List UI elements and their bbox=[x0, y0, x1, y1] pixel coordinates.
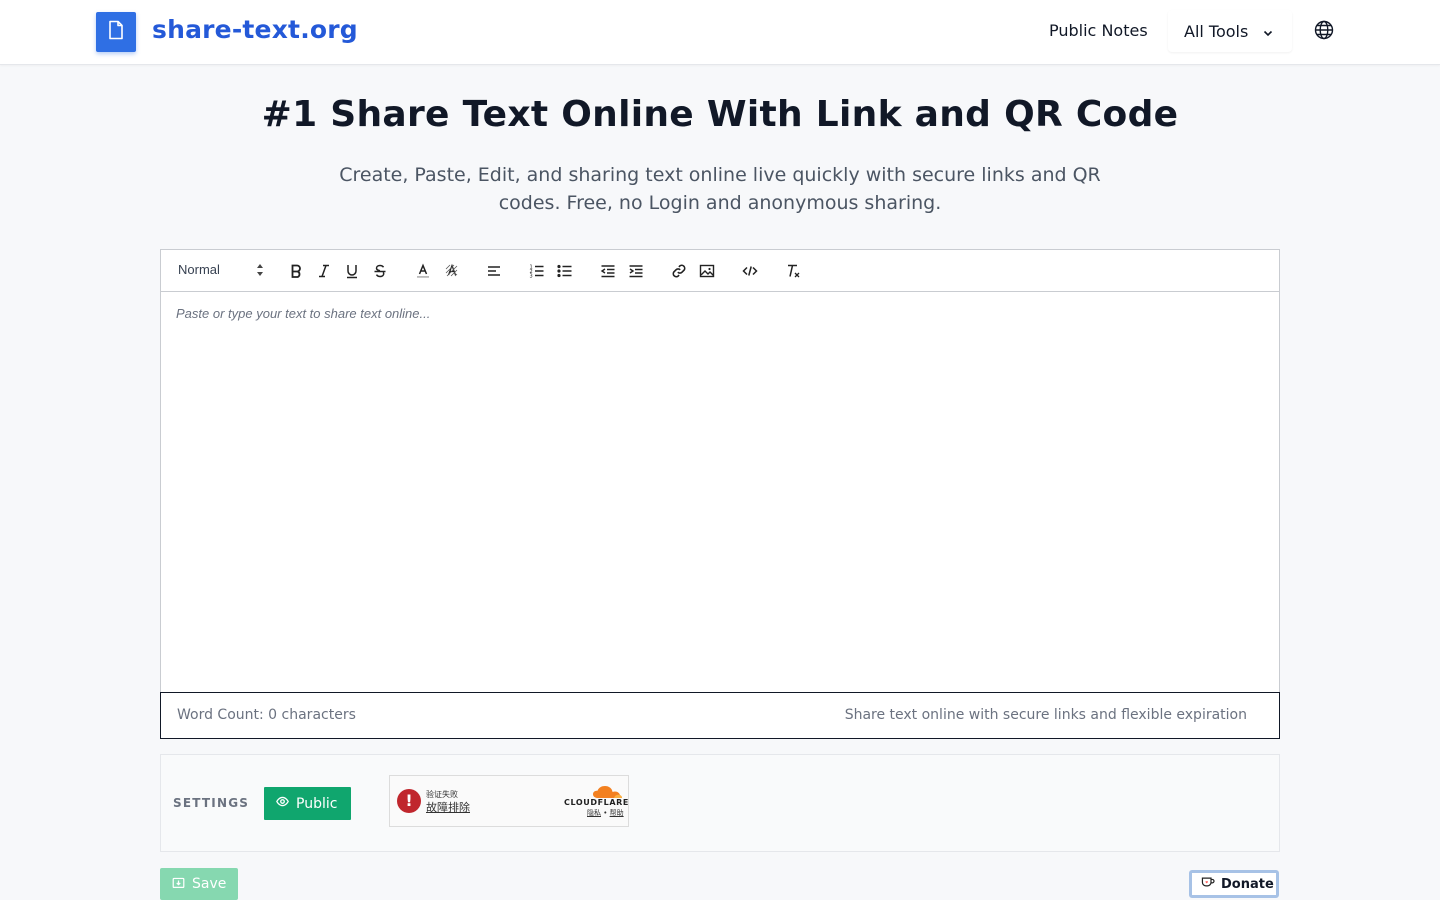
captcha-privacy-link[interactable]: 隐私 bbox=[587, 809, 601, 817]
language-button[interactable] bbox=[1310, 18, 1338, 46]
all-tools-label: All Tools bbox=[1184, 21, 1249, 41]
link-icon[interactable] bbox=[670, 262, 688, 280]
donate-label: Donate bbox=[1221, 876, 1274, 892]
brand-name[interactable]: share-text.org bbox=[152, 15, 358, 44]
top-navbar: share-text.org Public Notes All Tools bbox=[0, 0, 1440, 65]
indent-icon[interactable] bbox=[627, 262, 645, 280]
nav-public-notes[interactable]: Public Notes bbox=[1049, 21, 1148, 40]
format-select[interactable]: Normal bbox=[178, 262, 264, 280]
visibility-public-button[interactable]: Public bbox=[264, 787, 351, 820]
editor-toolbar: Normal 123 bbox=[161, 250, 1279, 292]
bold-icon[interactable] bbox=[287, 262, 305, 280]
image-icon[interactable] bbox=[698, 262, 716, 280]
donate-button[interactable]: Donate bbox=[1189, 870, 1279, 898]
format-select-value: Normal bbox=[178, 262, 220, 277]
settings-label: SETTINGS bbox=[173, 796, 250, 810]
settings-panel: SETTINGS Public ! 验证失败 故障排除 CLOUDFLARE 隐… bbox=[160, 754, 1280, 852]
captcha-link-separator: • bbox=[603, 809, 608, 817]
document-icon bbox=[107, 20, 125, 44]
background-color-icon[interactable] bbox=[443, 262, 461, 280]
visibility-label: Public bbox=[296, 795, 338, 812]
page-title: #1 Share Text Online With Link and QR Co… bbox=[261, 94, 1179, 135]
all-tools-dropdown[interactable]: All Tools bbox=[1168, 10, 1292, 52]
select-arrows-icon bbox=[256, 263, 264, 280]
ordered-list-icon[interactable]: 123 bbox=[528, 262, 546, 280]
align-icon[interactable] bbox=[485, 262, 503, 280]
italic-icon[interactable] bbox=[315, 262, 333, 280]
chevron-down-icon bbox=[1262, 24, 1274, 43]
editor-placeholder: Paste or type your text to share text on… bbox=[176, 306, 431, 321]
page-subtitle: Create, Paste, Edit, and sharing text on… bbox=[339, 164, 1101, 214]
svg-text:3: 3 bbox=[530, 274, 533, 280]
outdent-icon[interactable] bbox=[599, 262, 617, 280]
text-color-icon[interactable] bbox=[414, 262, 432, 280]
cloudflare-captcha-widget[interactable]: ! 验证失败 故障排除 CLOUDFLARE 隐私 • 帮助 bbox=[389, 775, 629, 827]
editor-status-bar: Word Count: 0 characters Share text onli… bbox=[160, 692, 1280, 739]
editor-footer-note: Share text online with secure links and … bbox=[844, 707, 1247, 723]
alert-icon: ! bbox=[397, 789, 421, 813]
save-label: Save bbox=[192, 876, 227, 892]
save-button[interactable]: Save bbox=[160, 868, 238, 900]
eye-icon bbox=[276, 795, 289, 812]
editor-content-area[interactable]: Paste or type your text to share text on… bbox=[161, 292, 1279, 692]
captcha-troubleshoot-link[interactable]: 故障排除 bbox=[426, 799, 470, 815]
bullet-list-icon[interactable] bbox=[556, 262, 574, 280]
globe-icon bbox=[1314, 20, 1334, 44]
strike-icon[interactable] bbox=[371, 262, 389, 280]
text-editor: Normal 123 Paste or type your text to sh… bbox=[160, 249, 1280, 739]
code-icon[interactable] bbox=[741, 262, 759, 280]
clear-format-icon[interactable] bbox=[784, 262, 802, 280]
captcha-help-link[interactable]: 帮助 bbox=[610, 809, 624, 817]
underline-icon[interactable] bbox=[343, 262, 361, 280]
word-count: Word Count: 0 characters bbox=[177, 707, 356, 723]
save-icon bbox=[172, 876, 185, 893]
cloudflare-wordmark: CLOUDFLARE bbox=[564, 798, 629, 807]
coffee-cup-icon bbox=[1201, 876, 1215, 892]
captcha-links: 隐私 • 帮助 bbox=[587, 808, 624, 818]
logo[interactable] bbox=[96, 12, 136, 52]
